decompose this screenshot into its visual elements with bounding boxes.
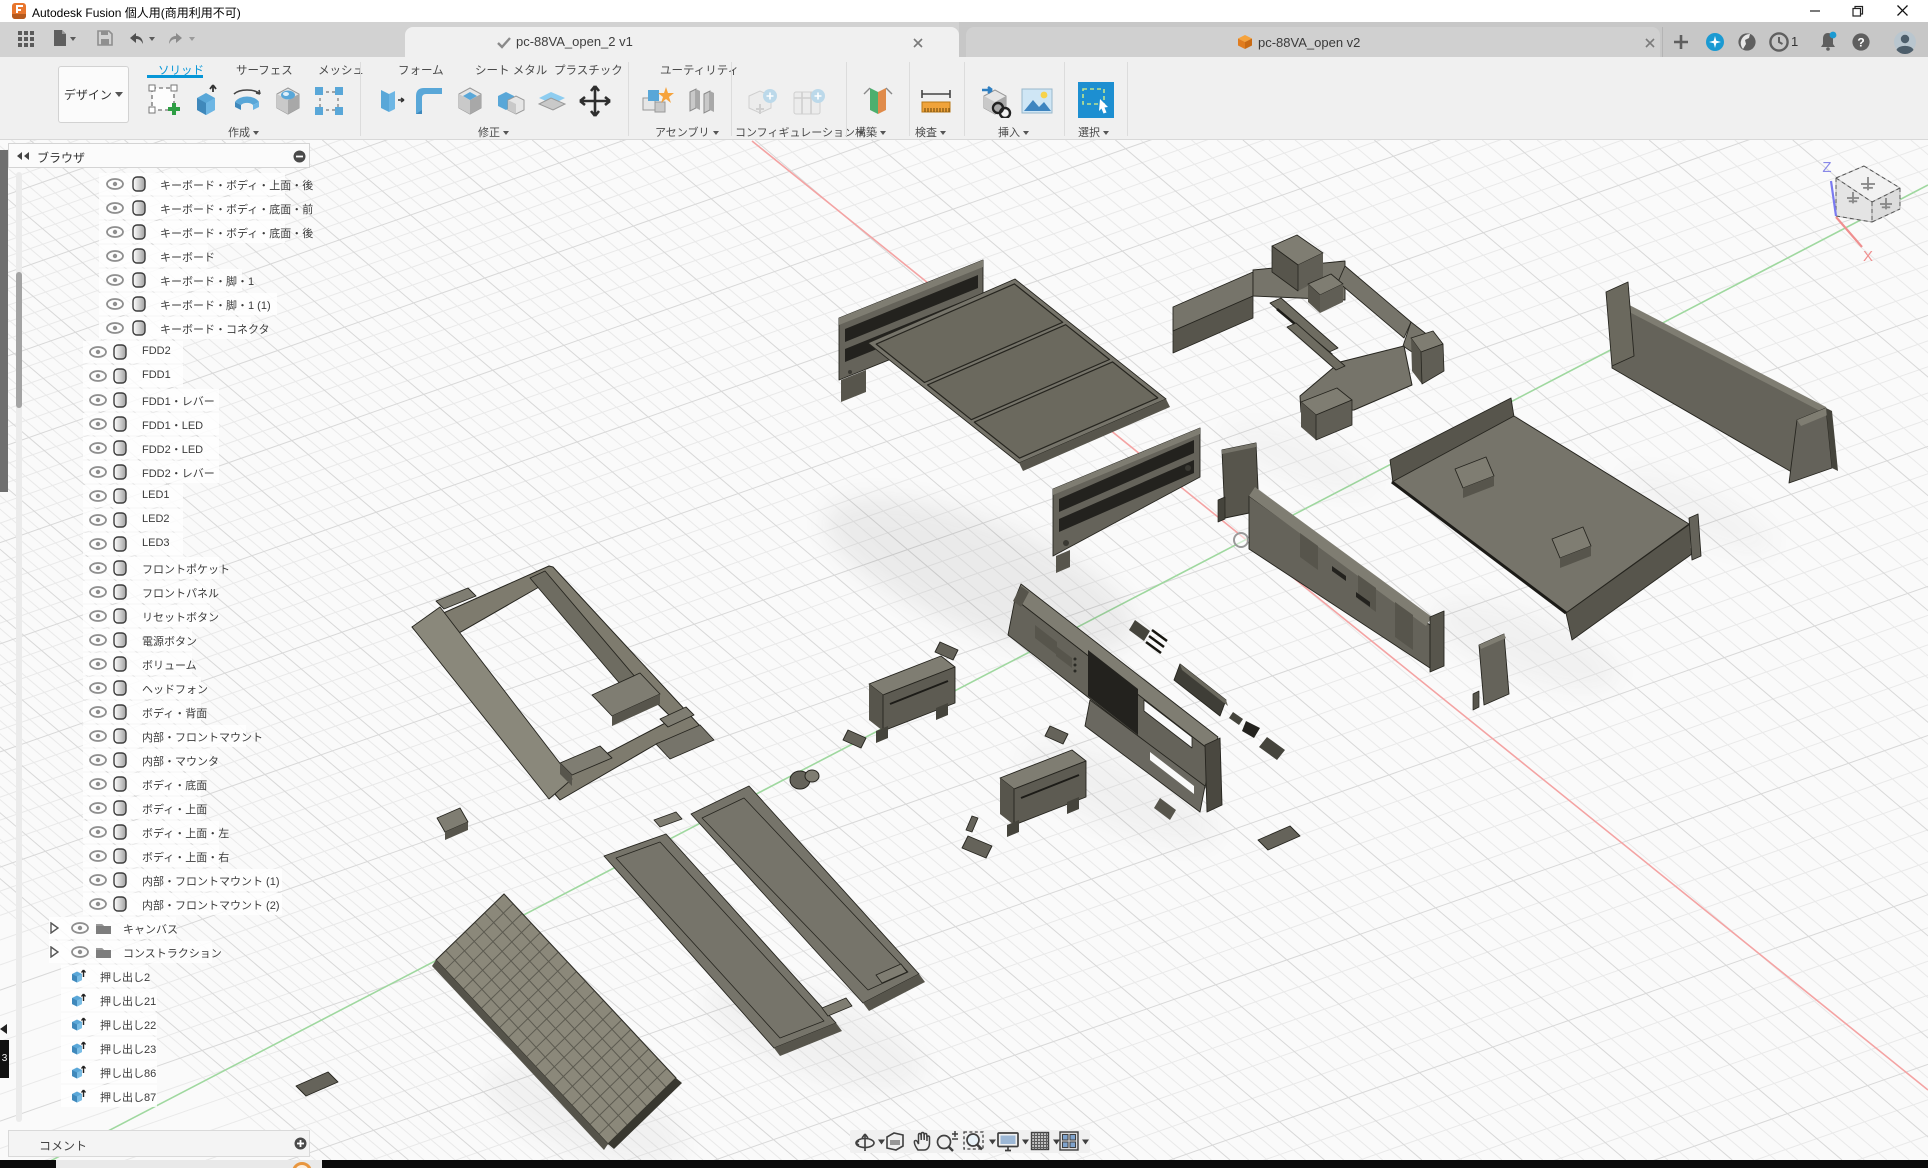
svg-text:X: X: [1863, 248, 1873, 265]
svg-text:?: ?: [1857, 36, 1864, 50]
svg-text:Z: Z: [1822, 159, 1831, 176]
